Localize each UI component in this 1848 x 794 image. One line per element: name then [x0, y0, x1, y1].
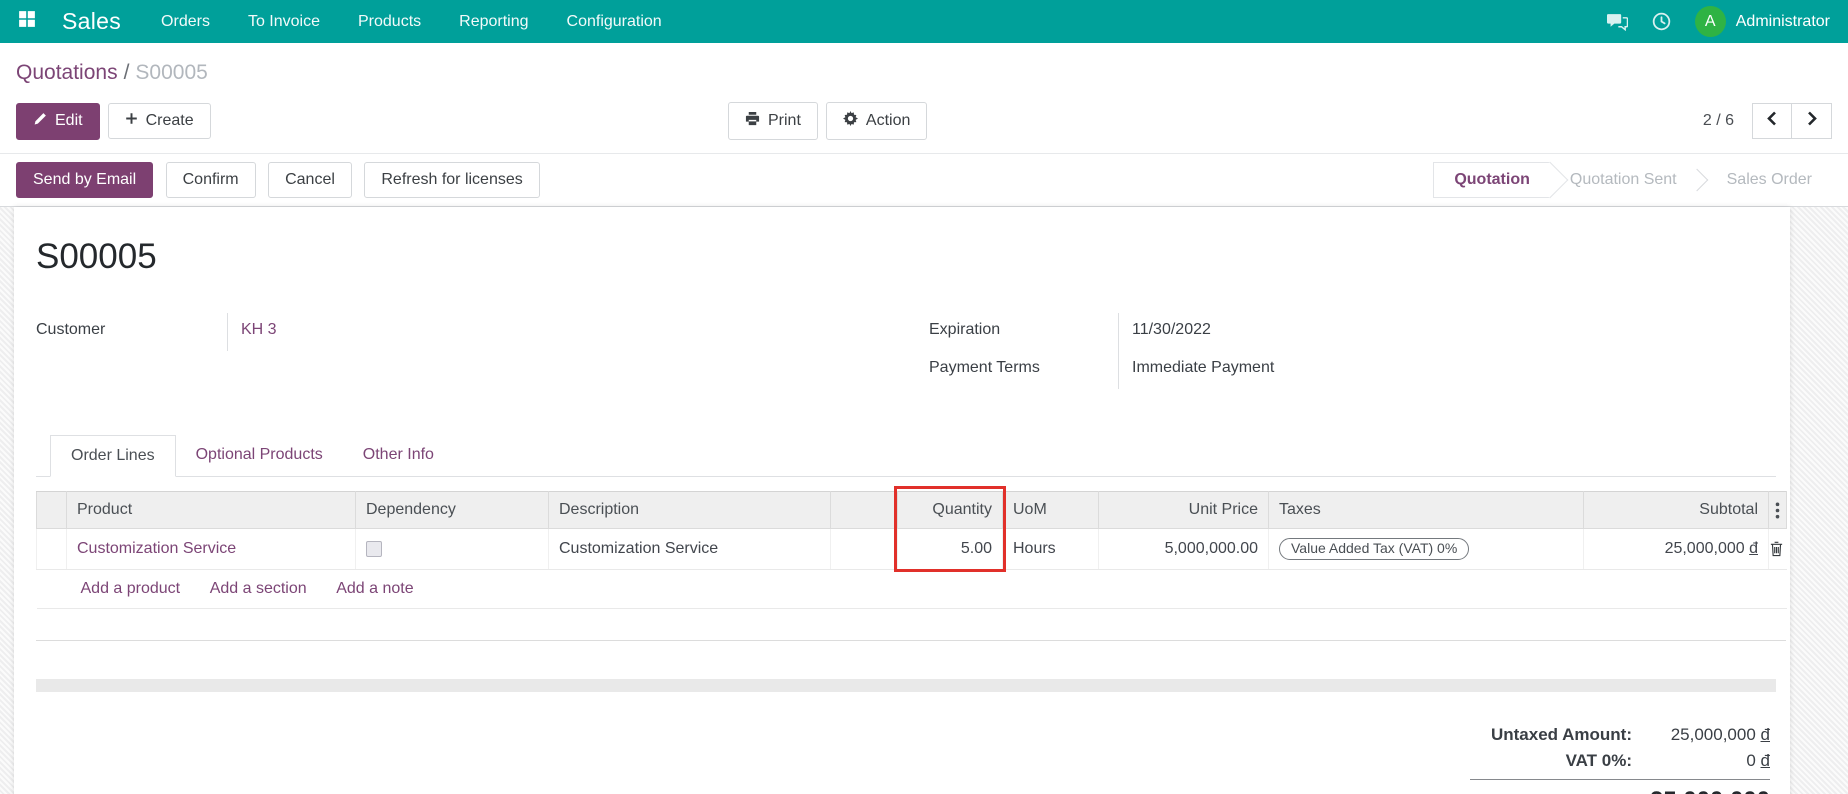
uom-cell: Hours — [1002, 528, 1099, 570]
unit-price-cell: 5,000,000.00 — [1098, 528, 1269, 570]
dependency-column-header[interactable]: Dependency — [355, 491, 549, 529]
tab-other-info[interactable]: Other Info — [343, 435, 454, 476]
add-a-note-link[interactable]: Add a note — [336, 580, 413, 597]
app-name[interactable]: Sales — [62, 8, 121, 35]
chevron-left-icon — [1767, 111, 1777, 131]
quantity-cell: 5.00 — [897, 528, 1003, 570]
pager-next-button[interactable] — [1792, 103, 1832, 139]
add-links-row: Add a product Add a section Add a note — [36, 569, 1787, 609]
nav-item-products[interactable]: Products — [358, 13, 421, 31]
section-divider-bar — [36, 679, 1776, 692]
pencil-icon — [33, 112, 47, 131]
quantity-column-header[interactable]: Quantity — [897, 491, 1003, 529]
status-steps: Quotation Quotation Sent Sales Order — [1433, 162, 1832, 198]
product-link[interactable]: Customization Service — [77, 540, 236, 557]
untaxed-amount-value: 25,000,000 đ — [1670, 725, 1770, 744]
user-name: Administrator — [1735, 12, 1830, 30]
nav-item-to-invoice[interactable]: To Invoice — [248, 13, 320, 31]
add-a-section-link[interactable]: Add a section — [210, 580, 307, 597]
edit-button[interactable]: Edit — [16, 102, 100, 140]
total-row: Total: 25,000,000 đ — [1470, 779, 1770, 794]
payment-terms-label: Payment Terms — [929, 351, 1119, 389]
control-panel: Quotations / S00005 Edit Create Print Acti… — [0, 43, 1848, 153]
uom-column-header[interactable]: UoM — [1002, 491, 1099, 529]
print-button[interactable]: Print — [728, 102, 818, 140]
totals-summary: Untaxed Amount: 25,000,000 đ VAT 0%: 0 đ… — [1470, 722, 1770, 794]
order-lines-table: Product Dependency Description Quantity … — [36, 491, 1787, 609]
subtotal-cell: 25,000,000 đ — [1583, 528, 1769, 570]
delete-row-trash-icon[interactable] — [1770, 541, 1785, 557]
spacer-cell — [830, 528, 898, 570]
send-by-email-button[interactable]: Send by Email — [16, 162, 154, 198]
plus-icon — [125, 112, 138, 130]
kebab-menu-icon[interactable] — [1770, 502, 1786, 519]
chevron-right-icon — [1807, 111, 1817, 131]
refresh-for-licenses-button[interactable]: Refresh for licenses — [364, 162, 540, 198]
breadcrumb-separator: / — [123, 61, 130, 84]
optional-columns-header — [1768, 491, 1787, 529]
breadcrumb-quotations[interactable]: Quotations — [16, 61, 118, 84]
dependency-checkbox[interactable] — [366, 540, 382, 557]
pager-count: 2 / 6 — [1702, 112, 1734, 129]
nav-item-reporting[interactable]: Reporting — [459, 13, 528, 31]
field-payment-terms: Payment Terms Immediate Payment — [929, 351, 1776, 389]
nav-item-configuration[interactable]: Configuration — [567, 13, 662, 31]
top-nav-bar: Sales Orders To Invoice Products Reporti… — [0, 0, 1848, 43]
subtotal-column-header[interactable]: Subtotal — [1583, 491, 1769, 529]
pager-previous-button[interactable] — [1752, 103, 1792, 139]
tab-optional-products[interactable]: Optional Products — [176, 435, 343, 476]
taxes-column-header[interactable]: Taxes — [1268, 491, 1584, 529]
customer-value-link[interactable]: KH 3 — [241, 321, 277, 338]
total-value: 25,000,000 đ — [1632, 787, 1770, 794]
status-step-sales-order[interactable]: Sales Order — [1707, 163, 1832, 197]
order-line-row[interactable]: Customization Service Customization Serv… — [36, 528, 1787, 570]
cancel-button[interactable]: Cancel — [268, 162, 352, 198]
quotation-title: S00005 — [36, 237, 157, 276]
messages-icon[interactable] — [1606, 13, 1628, 31]
status-bar: Send by Email Confirm Cancel Refresh for… — [0, 153, 1848, 207]
apps-menu-button[interactable] — [18, 10, 36, 33]
nav-item-orders[interactable]: Orders — [161, 13, 210, 31]
vat-label: VAT 0%: — [1565, 751, 1632, 770]
handle-column-header — [36, 491, 67, 529]
form-view-background: S00005 Customer KH 3 Expiration 11/30/20… — [0, 207, 1848, 794]
vat-row: VAT 0%: 0 đ — [1470, 748, 1770, 774]
expiration-value: 11/30/2022 — [1132, 321, 1211, 338]
create-button[interactable]: Create — [107, 103, 211, 139]
row-handle-cell — [36, 528, 67, 570]
field-customer: Customer KH 3 — [36, 313, 636, 351]
breadcrumb-current: S00005 — [135, 61, 208, 84]
notebook-tabs: Order Lines Optional Products Other Info — [36, 435, 1776, 477]
add-a-product-link[interactable]: Add a product — [81, 580, 181, 597]
tab-order-lines[interactable]: Order Lines — [50, 435, 176, 477]
gear-icon — [842, 111, 858, 131]
untaxed-amount-label: Untaxed Amount: — [1490, 725, 1632, 744]
description-cell: Customization Service — [548, 528, 831, 570]
confirm-button[interactable]: Confirm — [165, 162, 256, 198]
customer-label: Customer — [36, 313, 228, 351]
vat-value: 0 đ — [1746, 751, 1770, 770]
field-expiration: Expiration 11/30/2022 — [929, 313, 1776, 351]
untaxed-amount-row: Untaxed Amount: 25,000,000 đ — [1470, 722, 1770, 748]
product-column-header[interactable]: Product — [66, 491, 356, 529]
user-menu[interactable]: A Administrator — [1694, 6, 1830, 37]
payment-terms-value: Immediate Payment — [1132, 359, 1275, 376]
table-bottom-spacer — [36, 609, 1786, 641]
breadcrumb: Quotations / S00005 — [16, 61, 1832, 85]
tax-badge: Value Added Tax (VAT) 0% — [1279, 538, 1470, 560]
row-actions-cell — [1768, 528, 1787, 570]
expiration-label: Expiration — [929, 313, 1119, 351]
activities-clock-icon[interactable] — [1652, 12, 1671, 31]
status-step-quotation[interactable]: Quotation — [1433, 162, 1550, 198]
printer-icon — [745, 111, 760, 131]
form-sheet: S00005 Customer KH 3 Expiration 11/30/20… — [14, 207, 1790, 794]
spacer-column-header — [830, 491, 898, 529]
unit-price-column-header[interactable]: Unit Price — [1098, 491, 1269, 529]
apps-grid-icon — [18, 10, 36, 33]
table-header-row: Product Dependency Description Quantity … — [36, 491, 1787, 529]
description-column-header[interactable]: Description — [548, 491, 831, 529]
avatar: A — [1694, 6, 1726, 37]
status-step-quotation-sent[interactable]: Quotation Sent — [1550, 163, 1697, 197]
action-button[interactable]: Action — [825, 102, 928, 140]
